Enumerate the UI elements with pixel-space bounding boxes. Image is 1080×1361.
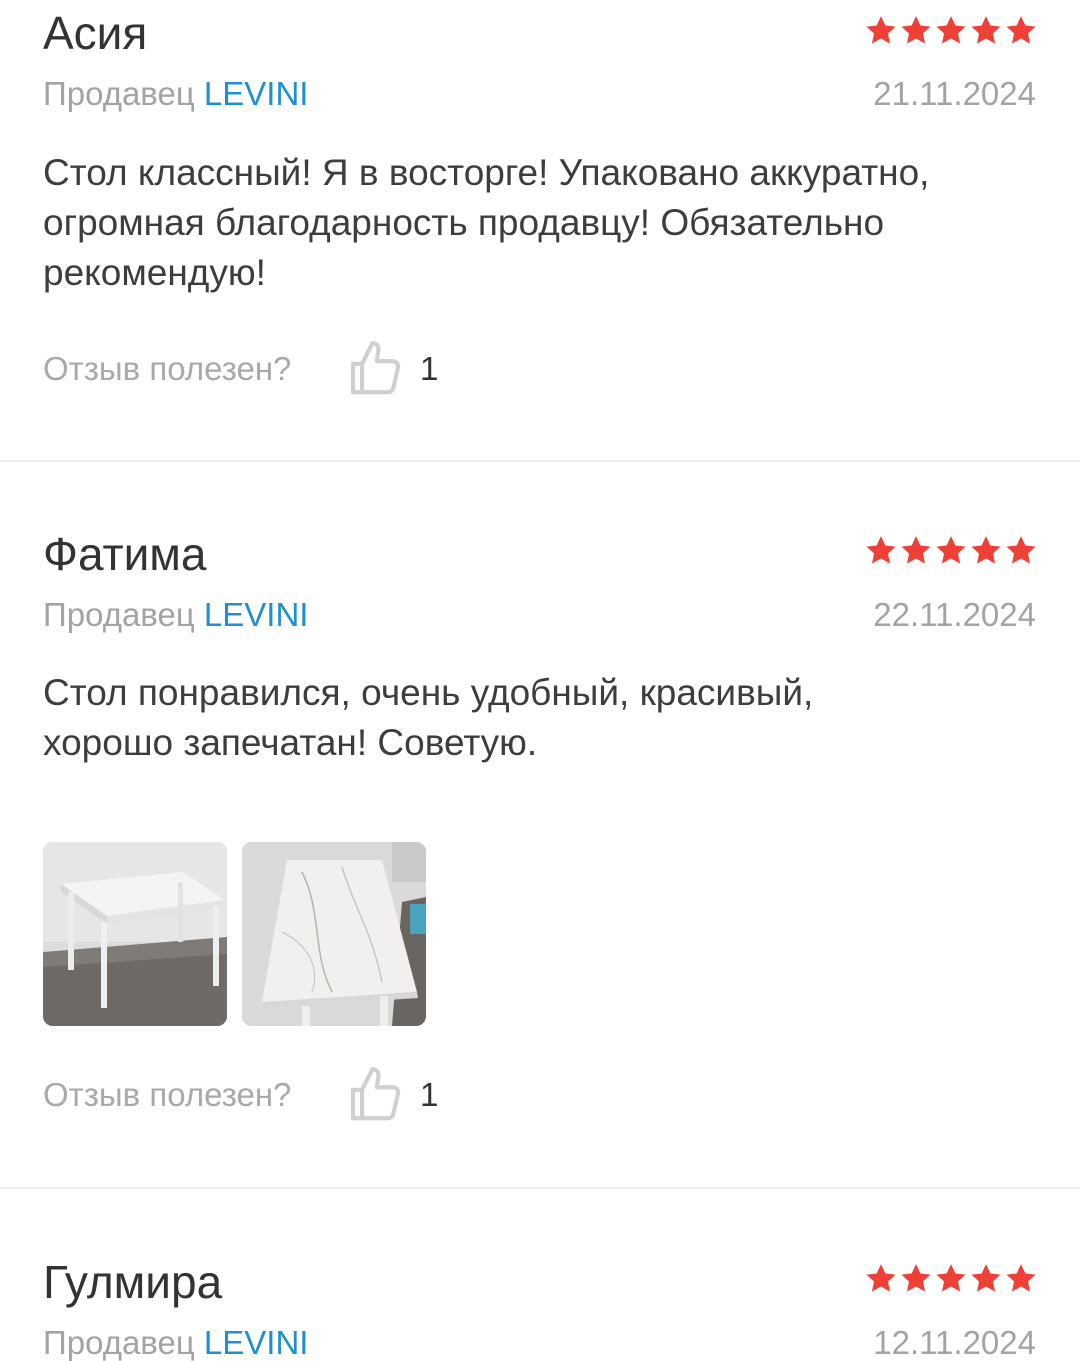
star-icon (936, 536, 966, 564)
star-icon (971, 16, 1001, 44)
star-icon (1006, 16, 1036, 44)
star-icon (866, 16, 896, 44)
divider (0, 1187, 1080, 1189)
thumbs-up-icon[interactable] (344, 1064, 406, 1126)
seller-link[interactable]: LEVINI (204, 596, 309, 633)
review-text-line: огромная благодарность продавцу! Обязате… (43, 202, 885, 243)
review-date: 21.11.2024 (873, 75, 1036, 112)
review-date: 12.11.2024 (873, 1324, 1036, 1361)
star-icon (936, 16, 966, 44)
rating-stars (864, 1262, 1038, 1296)
helpful-count: 1 (420, 350, 439, 387)
review-text: Стол понравился, очень удобный, красивый… (43, 668, 1043, 768)
seller-line: Продавец LEVINI (43, 77, 308, 110)
star-icon (936, 1264, 966, 1292)
seller-label: Продавец (43, 75, 195, 112)
reviewer-name: Гулмира (43, 1256, 223, 1308)
star-icon (901, 536, 931, 564)
review-date: 22.11.2024 (873, 596, 1036, 633)
divider (0, 460, 1080, 462)
star-icon (971, 536, 1001, 564)
seller-line: Продавец LEVINI (43, 598, 308, 631)
seller-label: Продавец (43, 1324, 195, 1361)
review-text-line: хорошо запечатан! Советую. (43, 722, 538, 763)
star-icon (1006, 1264, 1036, 1292)
seller-label: Продавец (43, 596, 195, 633)
reviewer-name: Фатима (43, 528, 207, 580)
table-photo-image (242, 842, 426, 1026)
seller-link[interactable]: LEVINI (204, 75, 309, 112)
reviewer-name: Асия (43, 7, 148, 59)
rating-stars (864, 14, 1038, 48)
helpful-label: Отзыв полезен? (43, 350, 292, 387)
review-text: Стол классный! Я в восторге! Упаковано а… (43, 148, 1043, 298)
star-icon (866, 1264, 896, 1292)
helpful-count: 1 (420, 1076, 439, 1113)
star-icon (971, 1264, 1001, 1292)
star-icon (1006, 536, 1036, 564)
rating-stars (864, 534, 1038, 568)
table-photo-image (43, 842, 227, 1026)
seller-link[interactable]: LEVINI (204, 1324, 309, 1361)
thumbs-up-icon[interactable] (344, 338, 406, 400)
review-text-line: рекомендую! (43, 252, 266, 293)
star-icon (901, 16, 931, 44)
helpful-label: Отзыв полезен? (43, 1076, 292, 1113)
review-text-line: Стол понравился, очень удобный, красивый… (43, 672, 814, 713)
star-icon (901, 1264, 931, 1292)
seller-line: Продавец LEVINI (43, 1326, 308, 1359)
review-photo[interactable] (242, 842, 426, 1026)
star-icon (866, 536, 896, 564)
review-photo[interactable] (43, 842, 227, 1026)
review-text-line: Стол классный! Я в восторге! Упаковано а… (43, 152, 930, 193)
